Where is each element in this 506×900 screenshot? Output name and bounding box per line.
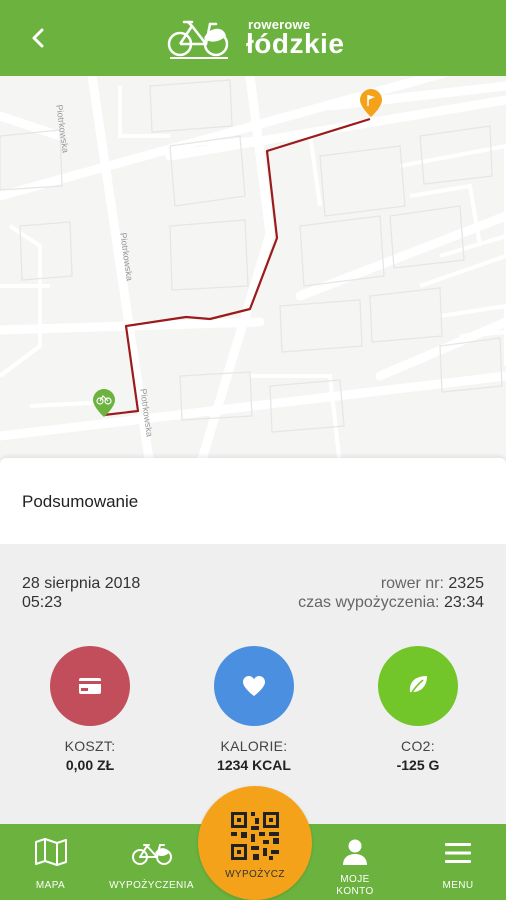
map-icon [34, 838, 67, 866]
heart-icon [243, 676, 265, 696]
nav-rentals[interactable]: WYPOŻYCZENIA [101, 824, 202, 900]
user-icon [343, 839, 367, 865]
summary-title: Podsumowanie [22, 492, 139, 511]
flag-marker-icon [360, 89, 382, 117]
calories-value: 1234 KCAL [217, 757, 291, 773]
start-marker[interactable] [93, 389, 115, 422]
bike-number-row: rower nr: 2325 [298, 574, 484, 593]
rent-qr-button[interactable]: WYPOŻYCZ [198, 786, 312, 900]
card-icon [79, 678, 101, 694]
cost-stat: KOSZT: 0,00 ZŁ [30, 646, 150, 773]
nav-map-label: MAPA [35, 880, 66, 891]
bike-number-value: 2325 [448, 575, 484, 592]
app-logo: rowerowe łódzkie [166, 16, 346, 62]
leaf-icon [409, 676, 427, 697]
cost-value: 0,00 ZŁ [65, 757, 115, 773]
back-button[interactable] [22, 22, 54, 54]
calories-circle [214, 646, 294, 726]
cost-label: KOSZT: [64, 738, 116, 754]
bike-marker-icon [93, 389, 115, 417]
rental-duration-label: czas wypożyczenia: [298, 594, 440, 611]
co2-value: -125 G [396, 757, 440, 773]
app-header: rowerowe łódzkie [0, 0, 506, 76]
rent-qr-label: WYPOŻYCZ [225, 869, 285, 880]
rental-duration-value: 23:34 [443, 594, 484, 611]
nav-account[interactable]: MOJE KONTO [312, 824, 398, 900]
qr-code-icon [231, 812, 279, 860]
ride-details: rower nr: 2325 czas wypożyczenia: 23:34 [298, 574, 484, 612]
ride-datetime: 28 sierpnia 2018 05:23 [22, 574, 140, 612]
map-canvas [0, 76, 506, 466]
nav-account-label-1: MOJE [340, 874, 370, 885]
logo-text-big: łódzkie [246, 28, 345, 59]
ride-time: 05:23 [22, 594, 63, 611]
nav-account-label-2: KONTO [336, 886, 374, 897]
nav-menu[interactable]: MENU [410, 824, 506, 900]
nav-map[interactable]: MAPA [0, 824, 101, 900]
ride-date: 28 sierpnia 2018 [22, 575, 141, 592]
co2-stat: CO2: -125 G [358, 646, 478, 773]
ride-info-panel: 28 sierpnia 2018 05:23 rower nr: 2325 cz… [0, 544, 506, 824]
summary-header: Podsumowanie [0, 458, 506, 544]
co2-label: CO2: [401, 738, 435, 754]
rental-duration-row: czas wypożyczenia: 23:34 [298, 593, 484, 612]
calories-label: KALORIE: [220, 738, 288, 754]
bicycle-icon [131, 844, 172, 865]
calories-stat: KALORIE: 1234 KCAL [194, 646, 314, 773]
co2-circle [378, 646, 458, 726]
chevron-left-icon [32, 28, 44, 48]
cost-circle [50, 646, 130, 726]
nav-menu-label: MENU [442, 880, 474, 891]
bicycle-logo-icon [167, 20, 229, 59]
nav-rentals-label: WYPOŻYCZENIA [109, 880, 194, 891]
route-map[interactable]: Piotrkowska Piotrkowska Piotrkowska [0, 76, 506, 466]
bike-number-label: rower nr: [380, 575, 444, 592]
end-marker[interactable] [360, 89, 382, 122]
hamburger-menu-icon [445, 843, 471, 863]
